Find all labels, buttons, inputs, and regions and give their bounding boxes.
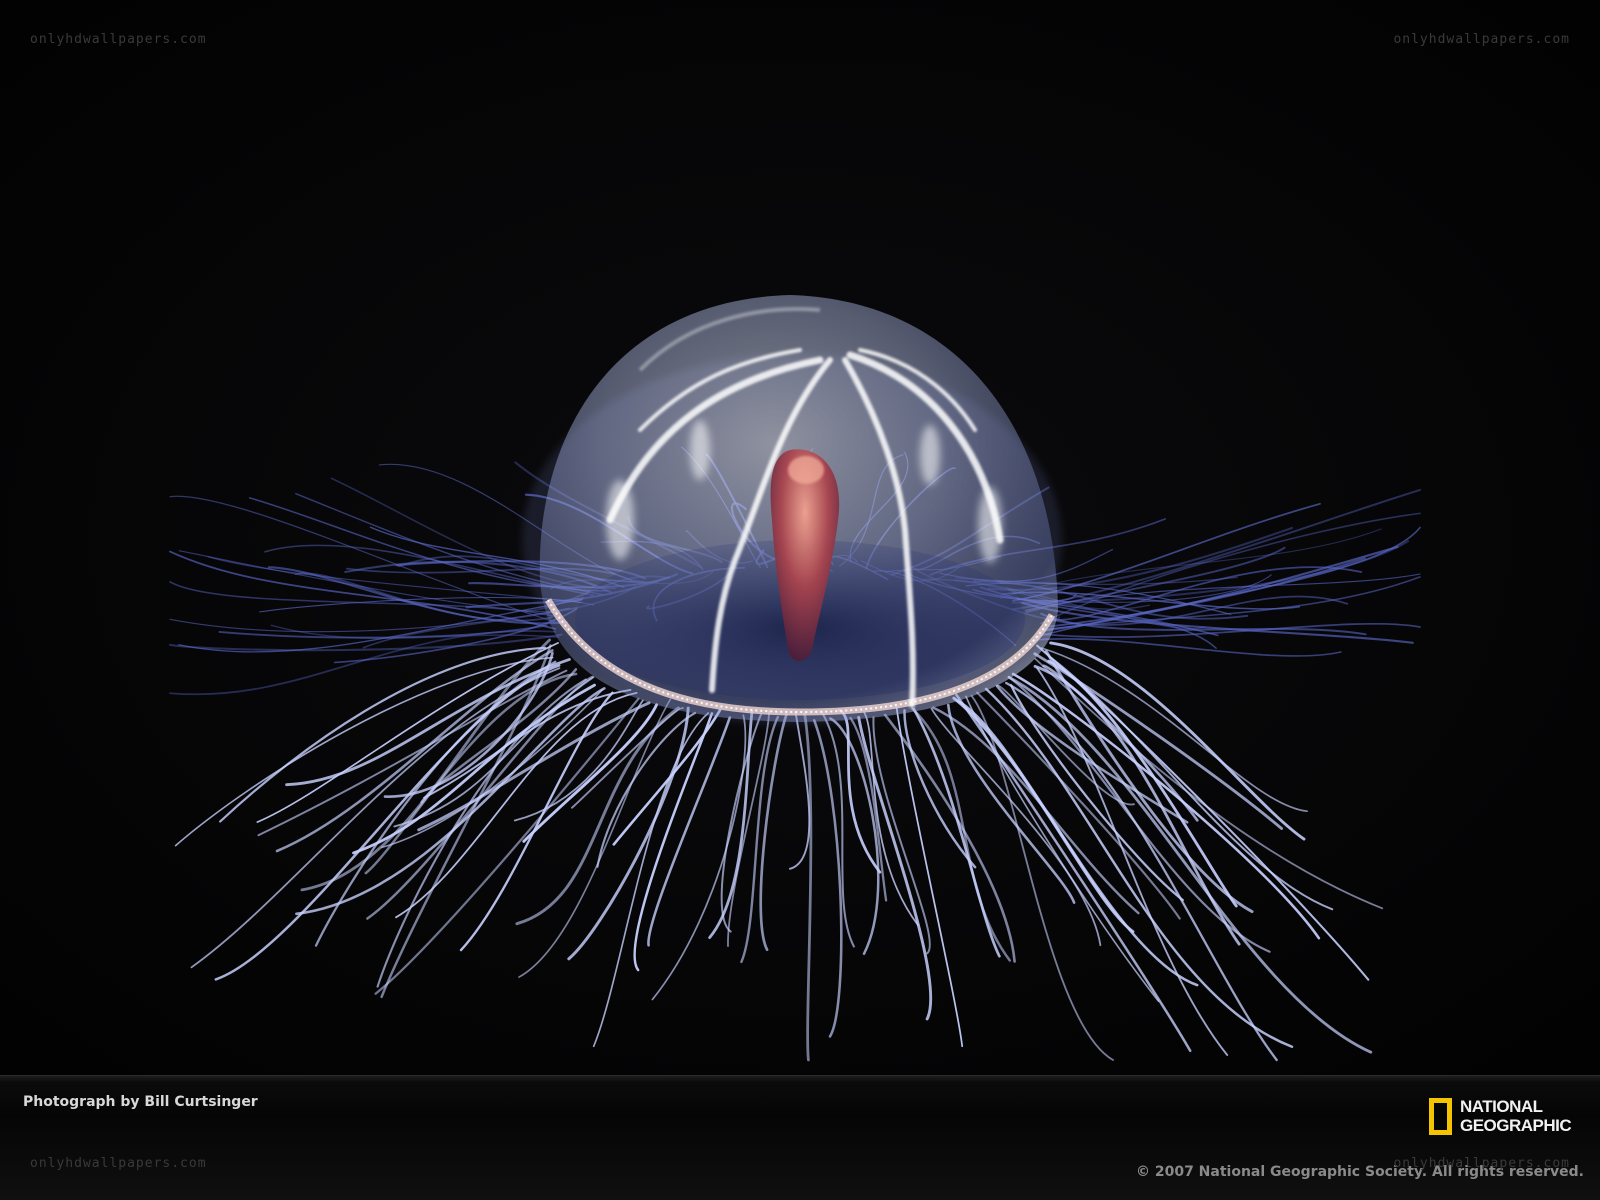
photo-credit: Photograph by Bill Curtsinger [23, 1094, 258, 1110]
watermark-top-right: onlyhdwallpapers.com [1393, 32, 1570, 47]
watermark-top-left: onlyhdwallpapers.com [30, 32, 207, 47]
logo-line-geographic: GEOGRAPHIC [1460, 1116, 1572, 1135]
watermark-bottom-left: onlyhdwallpapers.com [30, 1156, 207, 1171]
yellow-frame-icon [1429, 1097, 1452, 1135]
wallpaper-canvas: onlyhdwallpapers.com onlyhdwallpapers.co… [0, 0, 1600, 1200]
watermark-bottom-right: onlyhdwallpapers.com [1393, 1156, 1570, 1171]
national-geographic-logo: NATIONAL GEOGRAPHIC [1429, 1094, 1572, 1138]
logo-line-national: NATIONAL [1460, 1097, 1543, 1116]
jellyfish-photo [0, 0, 1600, 1075]
